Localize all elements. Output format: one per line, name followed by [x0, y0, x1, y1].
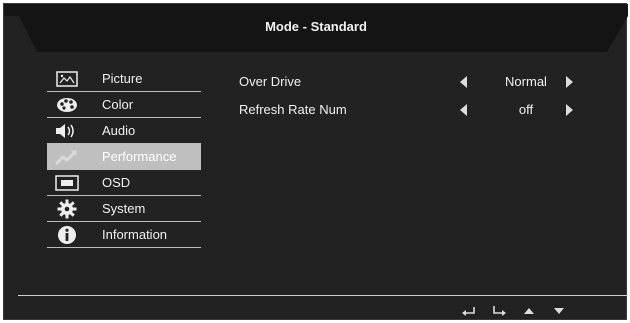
menu-item-label: Performance	[102, 149, 177, 164]
menu-item-label: Color	[102, 97, 134, 112]
menu-item-label: Picture	[102, 71, 143, 86]
setting-refresh-rate-num[interactable]: Refresh Rate Num off	[236, 95, 606, 123]
arrow-left-icon[interactable]	[460, 103, 468, 121]
gear-icon	[47, 199, 87, 219]
palette-icon	[47, 97, 87, 113]
footer-keys	[461, 304, 567, 318]
info-icon	[47, 225, 87, 245]
setting-value: off	[518, 101, 534, 117]
back-icon[interactable]	[461, 304, 477, 318]
setting-over-drive[interactable]: Over Drive Normal	[236, 67, 606, 95]
osd-icon	[47, 174, 87, 191]
arrow-left-icon[interactable]	[460, 75, 468, 93]
footer-divider	[18, 295, 628, 296]
menu-item-performance[interactable]: Performance	[47, 144, 201, 170]
settings-panel: Over Drive Normal Refresh Rate Num off	[236, 67, 606, 123]
performance-icon	[47, 149, 87, 165]
page-title: Mode - Standard	[265, 19, 367, 34]
picture-icon	[47, 70, 87, 87]
menu-item-osd[interactable]: OSD	[47, 170, 201, 196]
menu-item-label: Information	[102, 227, 168, 242]
menu-item-color[interactable]: Color	[47, 92, 201, 118]
setting-label: Refresh Rate Num	[239, 101, 347, 117]
arrow-right-icon[interactable]	[566, 75, 574, 93]
menu-item-label: OSD	[102, 175, 131, 190]
menu-item-audio[interactable]: Audio	[47, 118, 201, 144]
menu-item-picture[interactable]: Picture	[47, 66, 201, 92]
speaker-icon	[47, 123, 87, 139]
setting-label: Over Drive	[239, 73, 302, 89]
arrow-right-icon[interactable]	[566, 103, 574, 121]
down-icon[interactable]	[551, 304, 567, 318]
side-menu: Picture Color Audio Performance OSD Syst…	[47, 66, 201, 248]
menu-item-label: Audio	[102, 123, 136, 138]
menu-item-information[interactable]: Information	[47, 222, 201, 248]
up-icon[interactable]	[521, 304, 537, 318]
menu-item-system[interactable]: System	[47, 196, 201, 222]
enter-icon[interactable]	[491, 304, 507, 318]
osd-panel: Mode - Standard Picture Color Audio Perf…	[3, 3, 628, 320]
setting-value: Normal	[505, 73, 547, 89]
header-bar: Mode - Standard	[4, 4, 628, 52]
menu-item-label: System	[102, 201, 146, 216]
